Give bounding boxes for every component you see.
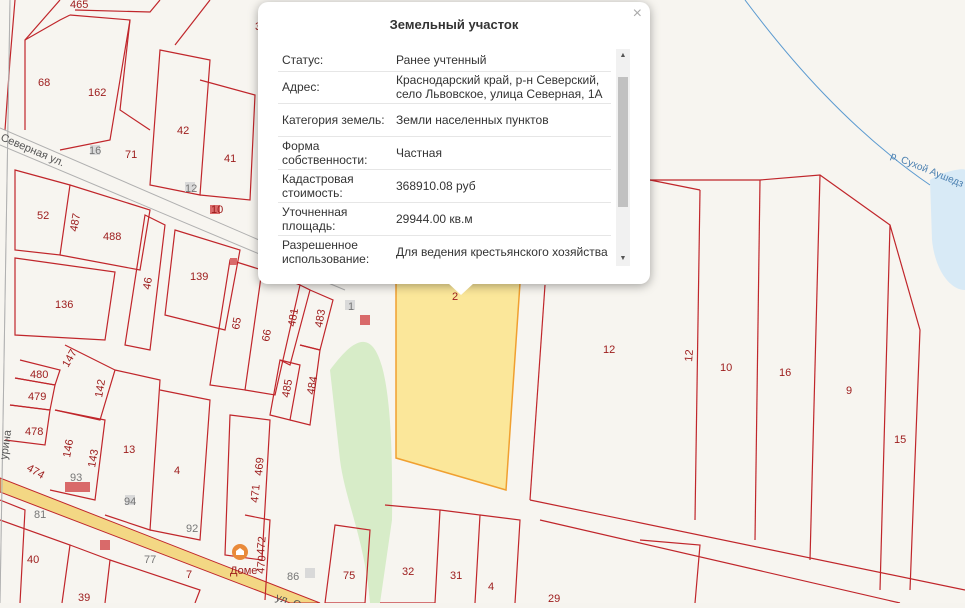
table-row: Уточненная площадь: 29944.00 кв.м — [278, 202, 611, 235]
attr-value-address: Краснодарский край, р-н Северский, село … — [396, 73, 603, 101]
plot-label: 15 — [894, 434, 906, 446]
plot-label: 42 — [177, 125, 189, 137]
table-row: Кадастровая стоимость: 368910.08 руб — [278, 169, 611, 202]
table-row: Категория земель: Земли населенных пункт… — [278, 103, 611, 136]
plot-label: 29 — [548, 593, 560, 603]
plot-label: 480 — [30, 369, 48, 381]
plot-label: 7 — [186, 569, 192, 581]
plot-label: 93 — [70, 472, 82, 484]
plot-label: 71 — [125, 149, 137, 161]
scrollbar[interactable]: ▲ ▼ — [616, 49, 630, 266]
plot-label: 479 — [28, 391, 46, 403]
plot-label: 13 — [123, 444, 135, 456]
attr-key-category: Категория земель: — [282, 112, 385, 127]
plot-label: 92 — [186, 523, 198, 535]
popup-title: Земельный участок — [389, 17, 519, 32]
plot-label: 12 — [603, 344, 615, 356]
plot-label: 66 — [260, 328, 274, 342]
plot-label: 46 — [141, 276, 155, 290]
attributes-table: Статус: Ранее учтенный Адрес: Краснодарс… — [278, 49, 611, 266]
plot-label: 94 — [124, 496, 136, 508]
plot-label: 139 — [190, 271, 208, 283]
plot-label: 478 — [25, 426, 43, 438]
plot-label: 4 — [174, 465, 180, 477]
attr-key-permitted-use: Разрешенное использование: — [282, 237, 370, 266]
plot-label: 465 — [70, 0, 88, 11]
plot-label: 4 — [488, 581, 494, 593]
attr-value-category: Земли населенных пунктов — [396, 112, 549, 127]
plot-label: 68 — [38, 77, 50, 89]
scroll-up-icon[interactable]: ▲ — [616, 49, 630, 63]
plot-label: 9 — [846, 385, 852, 397]
table-row: Форма собственности: Частная — [278, 136, 611, 169]
plot-label: 136 — [55, 299, 73, 311]
plot-label: 39 — [78, 592, 90, 603]
parcel-info-popup: Земельный участок × Статус: Ранее учтенн… — [258, 2, 650, 295]
scrollbar-thumb[interactable] — [618, 77, 628, 207]
plot-label: 10 — [720, 362, 732, 374]
location-pin-icon[interactable] — [232, 544, 248, 560]
plot-label: 12 — [683, 349, 696, 362]
table-row: Статус: Ранее учтенный — [278, 49, 611, 71]
plot-label: 65 — [230, 316, 244, 330]
attr-value-status: Ранее учтенный — [396, 52, 487, 67]
table-row: Адрес: Краснодарский край, р-н Северский… — [278, 71, 611, 103]
plot-label: 40 — [27, 554, 39, 566]
attr-value-permitted-use: Для ведения крестьянского хозяйства — [396, 244, 608, 259]
plot-label: 16 — [779, 367, 791, 379]
attr-key-cadastral-value: Кадастровая стоимость: — [282, 171, 354, 200]
attr-key-ownership: Форма собственности: — [282, 138, 368, 167]
attr-key-status: Статус: — [282, 52, 324, 67]
attr-value-ownership: Частная — [396, 145, 442, 160]
plot-label: 16 — [89, 145, 101, 157]
attr-key-address: Адрес: — [282, 80, 320, 94]
plot-label: 471 — [249, 484, 263, 503]
plot-label: 469 — [253, 457, 267, 476]
close-icon[interactable]: × — [633, 5, 642, 23]
plot-label: 10 — [211, 204, 223, 216]
attr-value-cadastral-value: 368910.08 руб — [396, 178, 476, 193]
attr-key-area: Уточненная площадь: — [282, 204, 348, 233]
plot-label: 470 — [255, 555, 269, 574]
selected-plot[interactable] — [395, 279, 521, 491]
plot-label: 75 — [343, 570, 355, 582]
plot-label: 81 — [34, 509, 46, 521]
poi-label[interactable]: Доме — [230, 565, 257, 577]
plot-label: 52 — [37, 210, 49, 222]
plot-label: 86 — [287, 571, 299, 583]
plot-label: 472 — [255, 536, 269, 555]
plot-label: 162 — [88, 87, 106, 99]
plot-label: 488 — [103, 231, 121, 243]
plot-label: 77 — [144, 554, 156, 566]
plot-label: 31 — [450, 570, 462, 582]
plot-label: 41 — [224, 153, 236, 165]
scroll-down-icon[interactable]: ▼ — [616, 252, 630, 266]
plot-label: 1 — [348, 301, 354, 313]
plot-label: 12 — [185, 183, 197, 195]
plot-label: 32 — [402, 566, 414, 578]
table-row: Разрешенное использование: Для ведения к… — [278, 235, 611, 266]
parcel-attributes[interactable]: Статус: Ранее учтенный Адрес: Краснодарс… — [278, 49, 630, 266]
attr-value-area: 29944.00 кв.м — [396, 211, 473, 226]
